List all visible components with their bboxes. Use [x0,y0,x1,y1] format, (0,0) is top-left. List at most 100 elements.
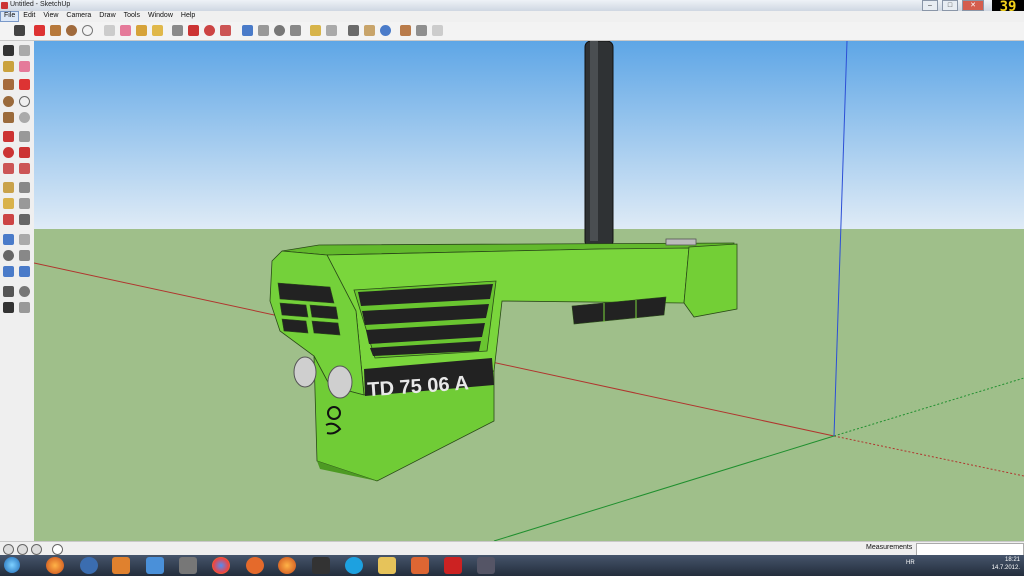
menu-draw[interactable]: Draw [95,11,119,22]
previous-view-icon[interactable] [310,25,321,36]
firefox-2-icon[interactable] [278,557,296,574]
eraser-tool-icon[interactable] [120,25,131,36]
orbit-icon[interactable] [3,234,14,245]
freehand-icon[interactable] [19,112,30,123]
move-icon[interactable] [3,131,14,142]
get-photo-texture-icon[interactable] [400,25,411,36]
rectangle-icon[interactable] [3,79,14,90]
paint-bucket-icon[interactable] [152,25,163,36]
get-models-icon[interactable] [348,25,359,36]
clock-time: 18:21 [1004,557,1020,563]
burner-icon[interactable] [246,557,264,574]
media-icon[interactable] [80,557,98,574]
help-icon[interactable] [52,544,63,555]
menu-view[interactable]: View [39,11,62,22]
dimension-icon[interactable] [19,182,30,193]
share-model-icon[interactable] [364,25,375,36]
left-toolbar [0,41,35,541]
tape-measure-icon[interactable] [3,182,14,193]
3d-text-icon[interactable] [19,214,30,225]
section-plane-icon[interactable] [19,302,30,313]
user-icon[interactable] [31,544,42,555]
position-camera-icon[interactable] [3,286,14,297]
follow-me-icon[interactable] [19,147,30,158]
rotate-tool-icon[interactable] [204,25,215,36]
make-component-icon[interactable] [104,25,115,36]
paint-icon[interactable] [3,61,14,72]
menu-file[interactable]: File [0,11,20,22]
maximize-button[interactable]: □ [942,0,958,11]
previous-icon[interactable] [3,266,14,277]
component-icon[interactable] [19,45,30,56]
walk-icon[interactable] [3,302,14,313]
internet-explorer-icon[interactable] [146,557,164,574]
orbit-tool-icon[interactable] [242,25,253,36]
hood-rear-block [683,243,738,318]
player-icon[interactable] [112,557,130,574]
offset-tool-icon[interactable] [220,25,231,36]
minimize-button[interactable]: – [922,0,938,11]
next-view-icon[interactable] [326,25,337,36]
firefox-icon[interactable] [46,557,64,574]
push-pull-icon[interactable] [172,25,183,36]
model-viewport[interactable]: TD 75 06 A [34,41,1024,541]
arc-tool-icon[interactable] [82,25,93,36]
window-controls: – □ ✕ [922,0,984,11]
close-button[interactable]: ✕ [962,0,984,11]
components-icon[interactable] [432,25,443,36]
scale-icon[interactable] [3,163,14,174]
skype-icon[interactable] [345,557,363,574]
monitor-icon[interactable] [477,557,495,574]
terminal-icon[interactable] [312,557,330,574]
offset-icon[interactable] [19,163,30,174]
start-button[interactable] [4,557,20,573]
mcafee-icon[interactable] [444,557,462,574]
zoom-tool-icon[interactable] [274,25,285,36]
sketchup-logo-icon [1,2,8,9]
clock-date: 14.7.2012. [991,565,1020,571]
move-tool-icon[interactable] [188,25,199,36]
main-toolbar [0,22,1024,41]
tool-icon[interactable] [179,557,197,574]
axes-icon[interactable] [3,214,14,225]
protractor-icon[interactable] [3,198,14,209]
rectangle-tool-icon[interactable] [50,25,61,36]
rotate-icon[interactable] [3,147,14,158]
pan-icon[interactable] [19,234,30,245]
clock[interactable]: 18:21 14.7.2012. [980,556,1020,572]
chrome-icon[interactable] [212,557,230,574]
menu-window[interactable]: Window [144,11,177,22]
eraser-icon[interactable] [19,61,30,72]
add-location-icon[interactable] [380,25,391,36]
menu-camera[interactable]: Camera [62,11,95,22]
exhaust-pipe-highlight [590,41,598,241]
tape-measure-icon[interactable] [136,25,147,36]
look-around-icon[interactable] [19,286,30,297]
zoom-window-icon[interactable] [19,250,30,261]
sketchup-icon[interactable] [411,557,429,574]
push-pull-icon[interactable] [19,131,30,142]
zoom-icon[interactable] [3,250,14,261]
zoom-extents-icon[interactable] [290,25,301,36]
menu-help[interactable]: Help [177,11,199,22]
select-tool-icon[interactable] [14,25,25,36]
polygon-icon[interactable] [3,112,14,123]
line-icon[interactable] [19,79,30,90]
extension-warehouse-icon[interactable] [416,25,427,36]
language-indicator[interactable]: HR [906,560,915,566]
zoom-extents-icon[interactable] [19,266,30,277]
arc-icon[interactable] [19,96,30,107]
geo-location-icon[interactable] [3,544,14,555]
pencil-tool-icon[interactable] [34,25,45,36]
circle-icon[interactable] [3,96,14,107]
status-bar: Measurements [0,541,1024,556]
circle-tool-icon[interactable] [66,25,77,36]
pan-tool-icon[interactable] [258,25,269,36]
menu-tools[interactable]: Tools [120,11,144,22]
sky [34,41,1024,229]
explorer-icon[interactable] [378,557,396,574]
select-icon[interactable] [3,45,14,56]
credits-icon[interactable] [17,544,28,555]
menu-edit[interactable]: Edit [19,11,39,22]
text-icon[interactable] [19,198,30,209]
